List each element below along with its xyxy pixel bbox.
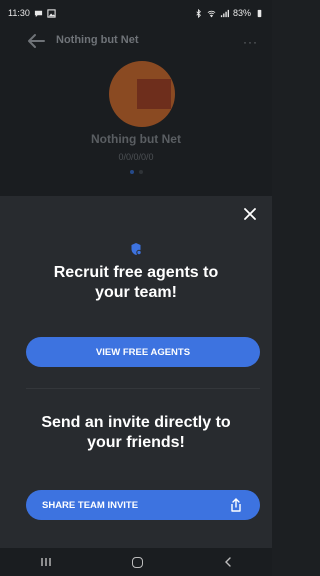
battery-icon [257, 9, 262, 17]
avatar-shape [137, 79, 171, 109]
team-name: Nothing but Net [91, 132, 181, 146]
page-title: Nothing but Net [56, 34, 139, 46]
view-free-agents-label: VIEW FREE AGENTS [95, 346, 191, 358]
invite-heading: Send an invite directly to your friends! [41, 414, 231, 451]
image-icon [47, 8, 56, 18]
status-time: 11:30 [8, 8, 30, 18]
recents-icon[interactable] [40, 557, 52, 567]
invite-bottom-sheet: Recruit free agents to your team! VIEW F… [0, 196, 272, 548]
signal-icon [220, 9, 229, 17]
shield-icon [131, 243, 142, 256]
recruit-heading: Recruit free agents to your team! [53, 264, 219, 301]
page-dot [138, 170, 143, 174]
back-arrow-icon[interactable] [26, 33, 46, 49]
team-record: 0/0/0/0/0 [118, 152, 154, 162]
bluetooth-icon [196, 8, 201, 18]
page-indicator [0, 170, 272, 174]
battery-percent: 83% [232, 8, 251, 18]
nav-back-icon[interactable] [224, 557, 232, 567]
wifi-icon [207, 10, 216, 17]
share-icon [231, 498, 241, 512]
page-dot-active [129, 170, 134, 174]
status-right: 83% [194, 8, 264, 18]
team-header: Nothing but Net ··· Nothing but Net 0/0/… [0, 26, 272, 196]
status-bar: 11:30 83% [0, 0, 272, 26]
share-team-invite-button[interactable]: SHARE TEAM INVITE [26, 490, 260, 520]
view-free-agents-button[interactable]: VIEW FREE AGENTS [26, 337, 260, 367]
close-icon[interactable] [244, 208, 256, 220]
more-icon[interactable]: ··· [243, 35, 258, 49]
status-left: 11:30 [8, 8, 56, 18]
divider [26, 388, 260, 389]
home-icon[interactable] [132, 556, 144, 568]
chat-icon [34, 10, 42, 17]
share-team-invite-label: SHARE TEAM INVITE [42, 499, 139, 511]
top-app-bar: Nothing but Net ··· [0, 26, 272, 56]
system-nav-bar [0, 548, 272, 576]
team-avatar[interactable] [109, 61, 175, 127]
